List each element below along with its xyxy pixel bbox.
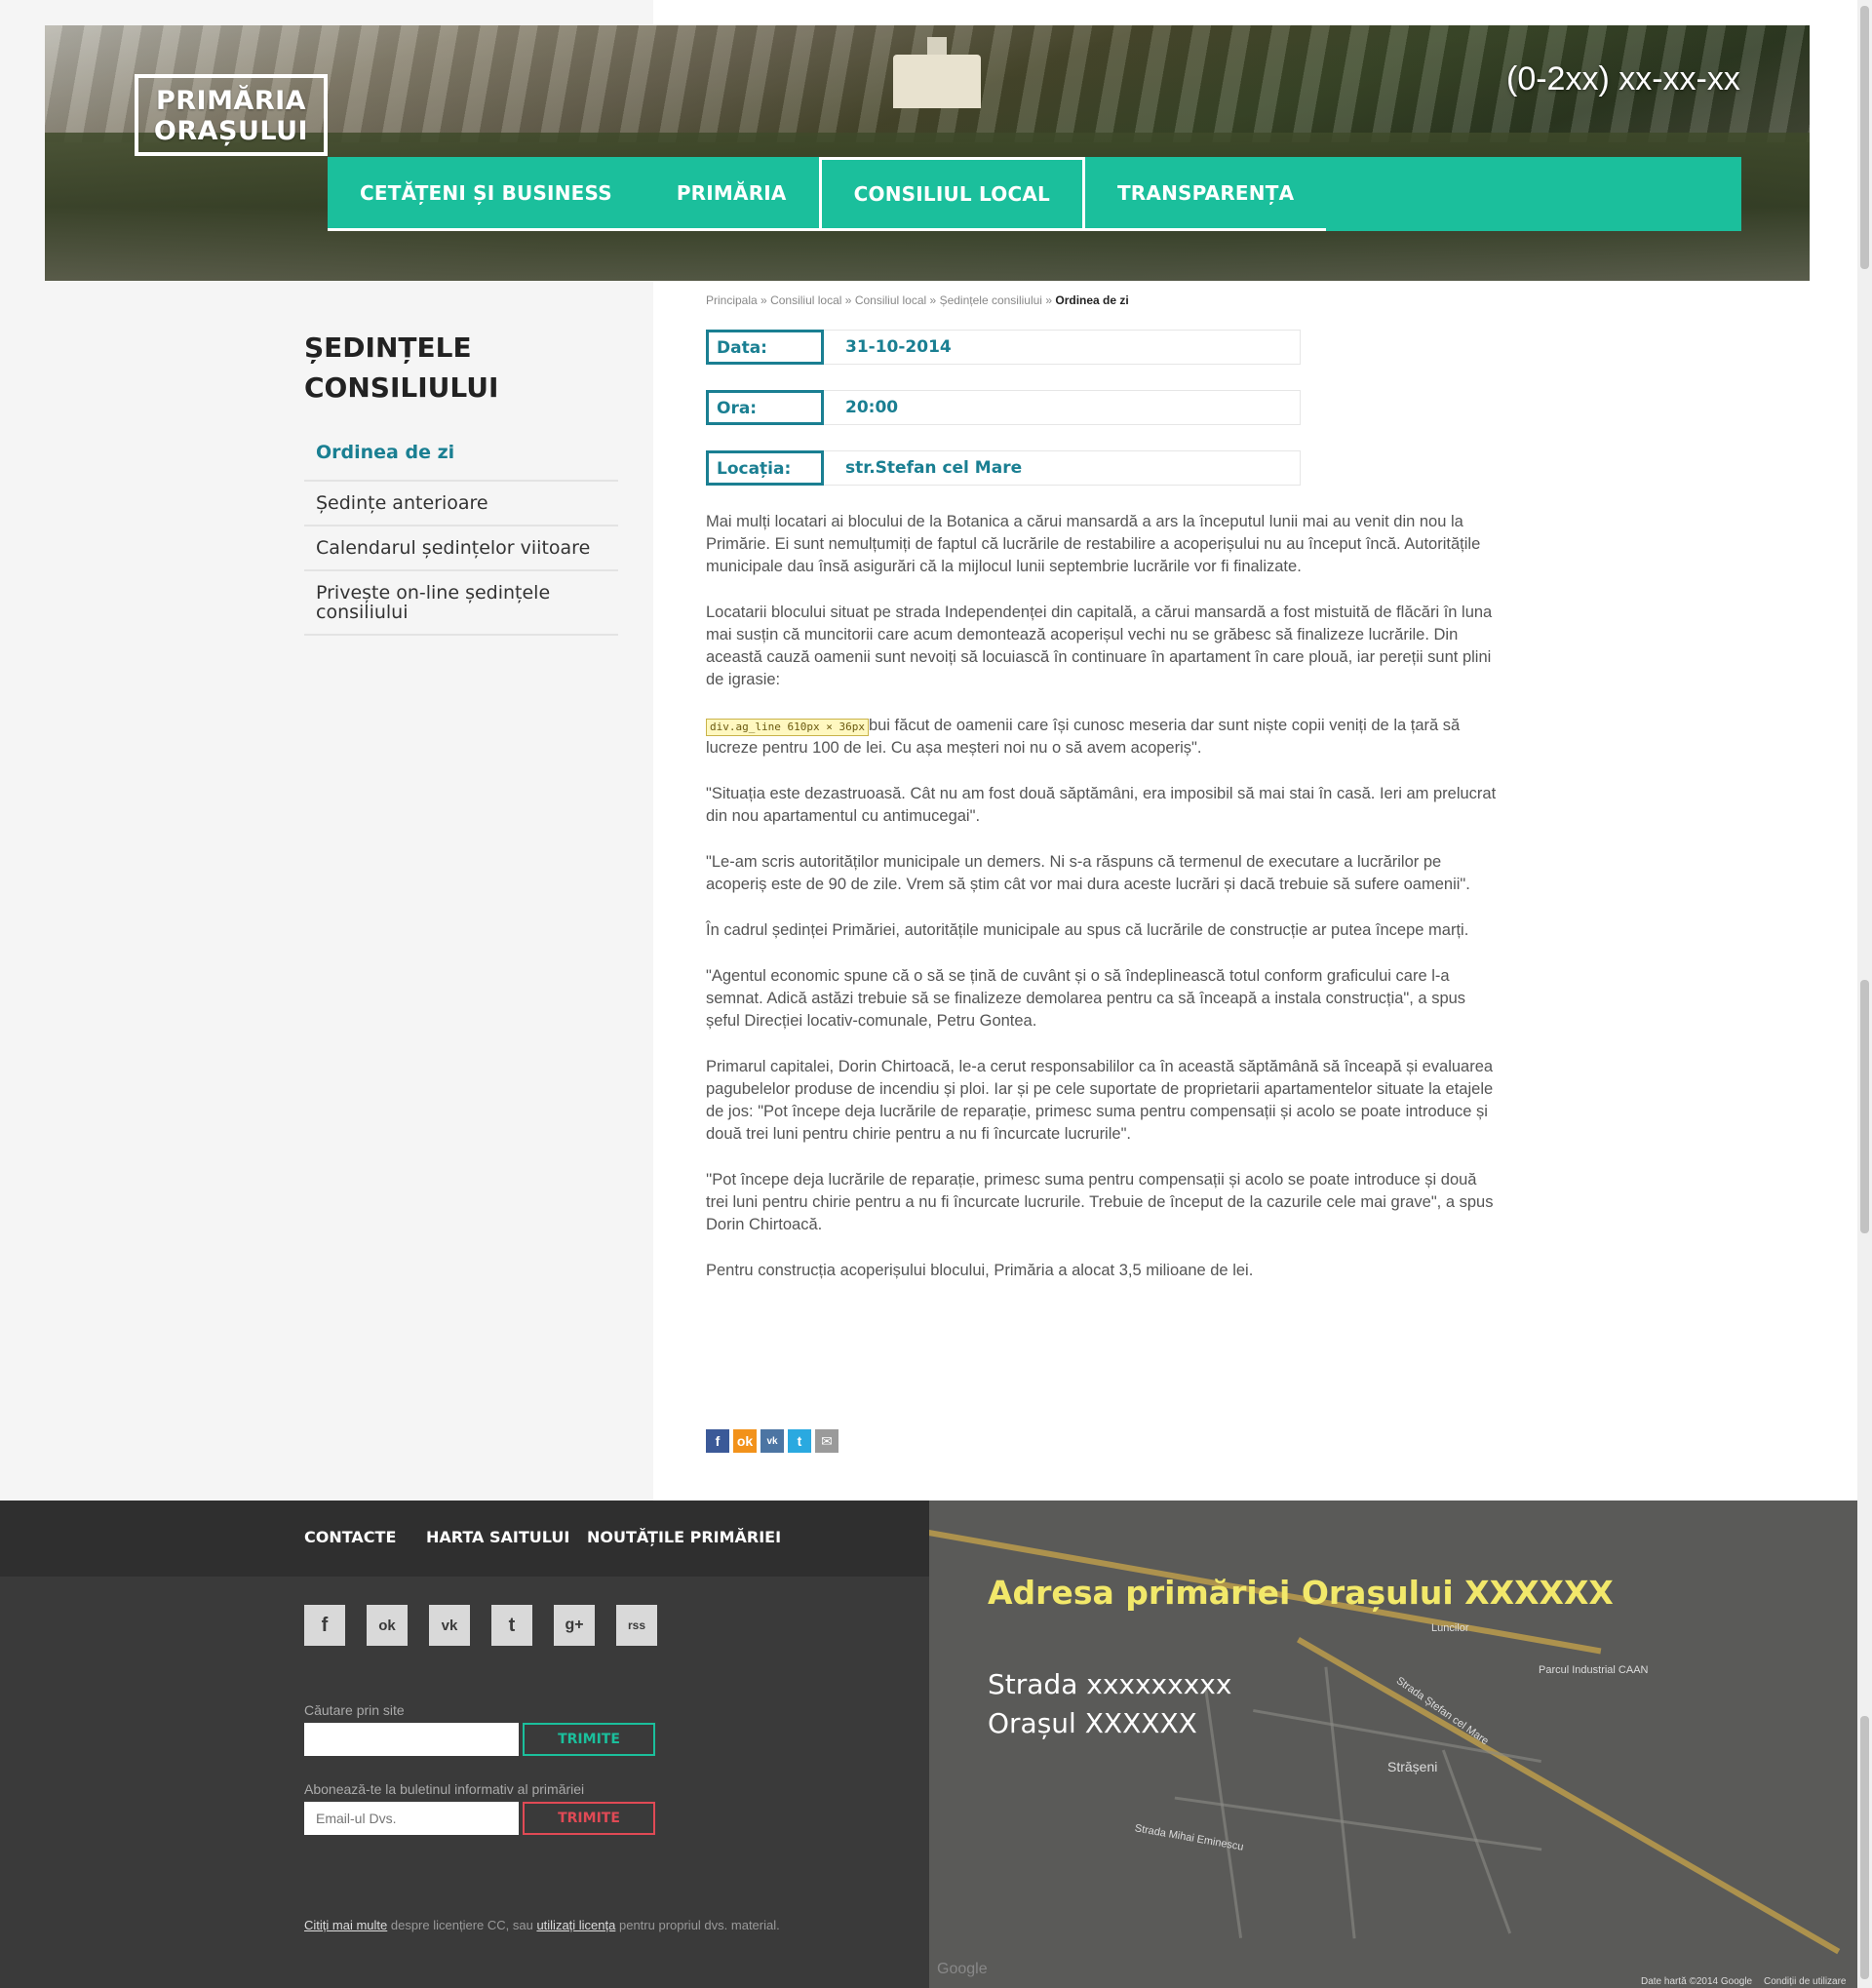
facebook-icon[interactable]: f — [304, 1605, 345, 1646]
map-address-city: Orașul XXXXXX — [988, 1707, 1197, 1739]
article-paragraph: Mai mulți locatari ai blocului de la Bot… — [706, 513, 1481, 575]
scrollbar-thumb[interactable] — [1860, 980, 1869, 1233]
search-submit-button[interactable]: TRIMITE — [523, 1723, 655, 1756]
nav-item-cetateni[interactable]: CETĂȚENI ȘI BUSINESS — [328, 157, 644, 231]
google-logo: Google — [937, 1961, 988, 1977]
sidebar-menu: Ordinea de zi Ședințe anterioare Calenda… — [304, 429, 618, 636]
footer-link-harta[interactable]: HARTA SAITULUI — [426, 1528, 569, 1546]
scrollbar-thumb[interactable] — [1860, 6, 1869, 269]
article-paragraph: "Le-am scris autorităților municipale un… — [706, 853, 1470, 893]
sidebar-item-priveste-online[interactable]: Privește on-line ședințele consiliului — [304, 571, 618, 636]
time-label: Ora: — [706, 390, 824, 425]
map-label: Parcul Industrial CAAN — [1539, 1664, 1649, 1676]
subscribe-submit-button[interactable]: TRIMITE — [523, 1802, 655, 1835]
breadcrumb-separator: » — [929, 293, 937, 307]
map-label: Luncilor — [1431, 1622, 1469, 1634]
article-paragraph: ''Pot începe deja lucrările de reparație… — [706, 1171, 1494, 1233]
devtools-tooltip: div.ag_line 610px × 36px — [706, 719, 869, 736]
license-text-part: despre licențiere CC, sau — [387, 1918, 537, 1932]
site-logo[interactable]: PRIMĂRIA ORAȘULUI — [135, 74, 328, 156]
article-paragraph: "Agentul economic spune că o să se țină … — [706, 967, 1466, 1030]
sidebar-item-calendar[interactable]: Calendarul ședințelor viitoare — [304, 526, 618, 571]
facebook-share-icon[interactable]: f — [706, 1429, 729, 1453]
license-link-read-more[interactable]: Citiți mai multe — [304, 1918, 387, 1932]
license-text-part: pentru propriul dvs. material. — [615, 1918, 780, 1932]
license-link-use[interactable]: utilizați licența — [536, 1918, 615, 1932]
map[interactable]: Adresa primăriei Orașului XXXXXX Strada … — [929, 1501, 1857, 1988]
breadcrumb-separator: » — [760, 293, 767, 307]
footer-link-noutati[interactable]: NOUTĂȚILE PRIMĂRIEI — [587, 1528, 781, 1546]
map-street — [1253, 1708, 1541, 1764]
search-input[interactable] — [304, 1723, 519, 1756]
vk-share-icon[interactable]: vk — [760, 1429, 784, 1453]
date-value: 31-10-2014 — [824, 330, 1301, 365]
logo-line1: PRIMĂRIA — [155, 86, 307, 116]
article-paragraph: Primarul capitalei, Dorin Chirtoacă, le-… — [706, 1058, 1494, 1143]
google-plus-icon[interactable]: g+ — [554, 1605, 595, 1646]
phone-number: (0-2xx) xx-xx-xx — [1506, 60, 1740, 97]
article-paragraph: În cadrul ședinței Primăriei, autorități… — [706, 921, 1469, 939]
email-share-icon[interactable]: ✉ — [815, 1429, 838, 1453]
info-row-location: Locația: str.Stefan cel Mare — [706, 450, 1301, 486]
breadcrumb-link[interactable]: Consiliul local — [770, 293, 841, 307]
map-street — [1203, 1687, 1243, 1938]
odnoklassniki-share-icon[interactable]: ok — [733, 1429, 757, 1453]
email-input[interactable] — [304, 1802, 519, 1835]
map-label: Strășeni — [1387, 1759, 1438, 1774]
logo-line2: ORAȘULUI — [153, 116, 309, 146]
vk-icon[interactable]: vk — [429, 1605, 470, 1646]
breadcrumb-separator: » — [1045, 293, 1053, 307]
date-label: Data: — [706, 330, 824, 365]
map-address-street: Strada xxxxxxxxx — [988, 1668, 1232, 1700]
subscribe-label: Abonează-te la buletinul informativ al p… — [304, 1781, 585, 1797]
map-copyright: Date hartă ©2014 Google — [1641, 1976, 1753, 1987]
search-label: Căutare prin site — [304, 1702, 405, 1718]
sidebar-item-sedinte-anterioare[interactable]: Ședințe anterioare — [304, 482, 618, 526]
twitter-icon[interactable]: t — [491, 1605, 532, 1646]
banner-church — [893, 55, 981, 108]
breadcrumb: Principala » Consiliul local » Consiliul… — [706, 293, 1129, 307]
info-row-date: Data: 31-10-2014 — [706, 330, 1301, 365]
time-value: 20:00 — [824, 390, 1301, 425]
map-terms-link[interactable]: Condiții de utilizare — [1764, 1976, 1847, 1987]
nav-item-transparenta[interactable]: TRANSPARENȚA — [1084, 157, 1327, 231]
twitter-share-icon[interactable]: t — [788, 1429, 811, 1453]
footer-link-contacte[interactable]: CONTACTE — [304, 1528, 396, 1546]
article-paragraph: Pentru construcția acoperișului blocului… — [706, 1262, 1254, 1279]
article-paragraph: div.ag_line 610px × 36px bui făcut de oam… — [706, 715, 1501, 760]
odnoklassniki-icon[interactable]: ok — [367, 1605, 408, 1646]
info-row-time: Ora: 20:00 — [706, 390, 1301, 425]
rss-icon[interactable]: rss — [616, 1605, 657, 1646]
location-label: Locația: — [706, 450, 824, 486]
map-address-title: Adresa primăriei Orașului XXXXXX — [988, 1574, 1614, 1612]
license-text: Citiți mai multe despre licențiere CC, s… — [304, 1918, 780, 1932]
sidebar-title-line1: ȘEDINȚELE — [304, 331, 472, 364]
breadcrumb-link[interactable]: Ședințele consiliului — [940, 293, 1042, 307]
location-value: str.Stefan cel Mare — [824, 450, 1301, 486]
share-bar: f ok vk t ✉ — [706, 1429, 838, 1453]
main-nav: CETĂȚENI ȘI BUSINESS PRIMĂRIA CONSILIUL … — [328, 157, 1741, 231]
scrollbar-thumb[interactable] — [1860, 1716, 1869, 1979]
nav-item-consiliul-local[interactable]: CONSILIUL LOCAL — [818, 157, 1085, 231]
map-road — [1297, 1637, 1841, 1955]
nav-item-primaria[interactable]: PRIMĂRIA — [644, 157, 819, 231]
sidebar-title-line2: CONSILIULUI — [304, 371, 499, 404]
article-paragraph: "Situația este dezastruoasă. Cât nu am f… — [706, 785, 1497, 825]
map-street — [1324, 1666, 1356, 1939]
breadcrumb-separator: » — [844, 293, 852, 307]
map-label: Strada Mihai Eminescu — [1133, 1822, 1245, 1853]
sidebar-item-ordinea-de-zi[interactable]: Ordinea de zi — [304, 429, 618, 482]
breadcrumb-link[interactable]: Consiliul local — [855, 293, 926, 307]
sidebar-title: ȘEDINȚELE CONSILIULUI — [304, 328, 626, 408]
article-paragraph: Locatarii blocului situat pe strada Inde… — [706, 604, 1493, 688]
breadcrumb-link[interactable]: Principala — [706, 293, 758, 307]
article-body: Mai mulți locatari ai blocului de la Bot… — [706, 511, 1501, 1306]
breadcrumb-current: Ordinea de zi — [1055, 293, 1129, 307]
